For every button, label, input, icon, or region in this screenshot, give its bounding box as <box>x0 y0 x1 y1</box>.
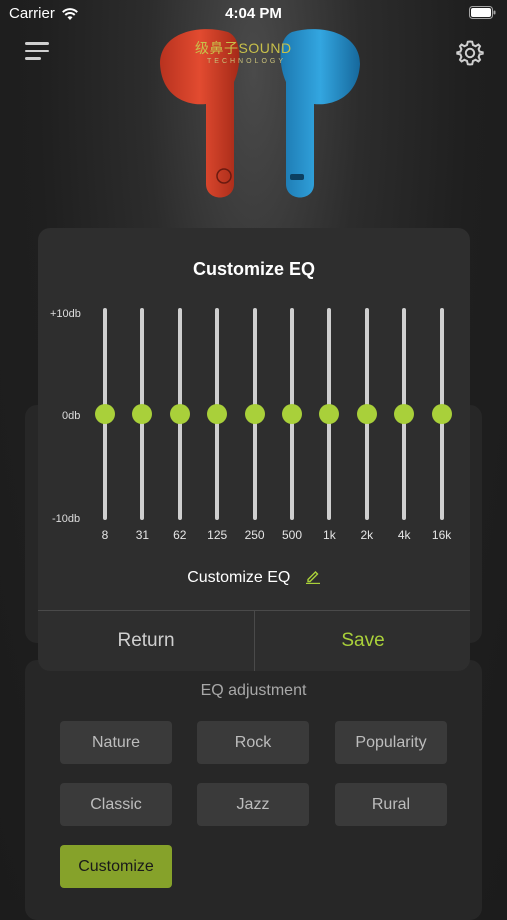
menu-icon[interactable] <box>25 42 51 62</box>
preset-jazz[interactable]: Jazz <box>197 783 309 826</box>
slider-knob[interactable] <box>169 404 190 424</box>
db-label-mid: 0db <box>62 410 81 422</box>
slider-knob[interactable] <box>132 404 153 424</box>
dialog-title: Customize EQ <box>192 259 316 279</box>
pencil-icon[interactable] <box>305 568 321 584</box>
freq-label: 2k <box>360 528 374 542</box>
slider-knob[interactable] <box>207 404 228 424</box>
save-button[interactable]: Save <box>255 611 470 671</box>
slider-knob[interactable] <box>282 404 302 424</box>
freq-label: 250 <box>244 528 265 542</box>
freq-label: 31 <box>135 528 150 542</box>
eq-adjustment-card: EQ adjustment Nature Rock Popularity Cla… <box>25 660 482 920</box>
slider-knob[interactable] <box>319 404 340 424</box>
freq-label: 8 <box>101 528 109 542</box>
preset-nature[interactable]: Nature <box>60 721 172 764</box>
preset-popularity[interactable]: Popularity <box>335 721 447 764</box>
slider-knob[interactable] <box>95 404 115 424</box>
freq-label: 500 <box>281 528 303 542</box>
brand-name: 级鼻子SOUND <box>195 40 292 56</box>
slider-knob[interactable] <box>394 404 415 424</box>
customize-eq-dialog: Customize EQ +10db 0db -10db 8 31 62 125 250… <box>38 228 470 671</box>
slider-knob[interactable] <box>244 404 265 424</box>
db-label-top: +10db <box>50 308 81 320</box>
freq-label: 62 <box>173 528 187 542</box>
freq-label: 16k <box>431 528 452 542</box>
clock: 4:04 PM <box>225 5 282 22</box>
freq-label: 125 <box>207 528 228 542</box>
preset-customize[interactable]: Customize <box>60 845 172 888</box>
slider-knob[interactable] <box>431 404 452 424</box>
brand-logo: 级鼻子SOUND TECHNOLOGY <box>195 38 292 65</box>
db-label-bottom: -10db <box>52 513 81 525</box>
preset-name-row: Customize EQ <box>38 568 470 587</box>
return-button[interactable]: Return <box>38 611 254 671</box>
brand-tagline: TECHNOLOGY <box>207 58 287 65</box>
battery-icon <box>469 6 496 23</box>
preset-rock[interactable]: Rock <box>197 721 309 764</box>
preset-name-label: Customize EQ <box>187 569 291 586</box>
freq-label: 4k <box>397 528 411 542</box>
freq-label: 1k <box>323 528 336 542</box>
slider-knob[interactable] <box>356 404 377 424</box>
gear-icon[interactable] <box>456 39 484 67</box>
eq-adjustment-title: EQ adjustment <box>200 682 307 699</box>
preset-rural[interactable]: Rural <box>335 783 447 826</box>
preset-classic[interactable]: Classic <box>60 783 172 826</box>
